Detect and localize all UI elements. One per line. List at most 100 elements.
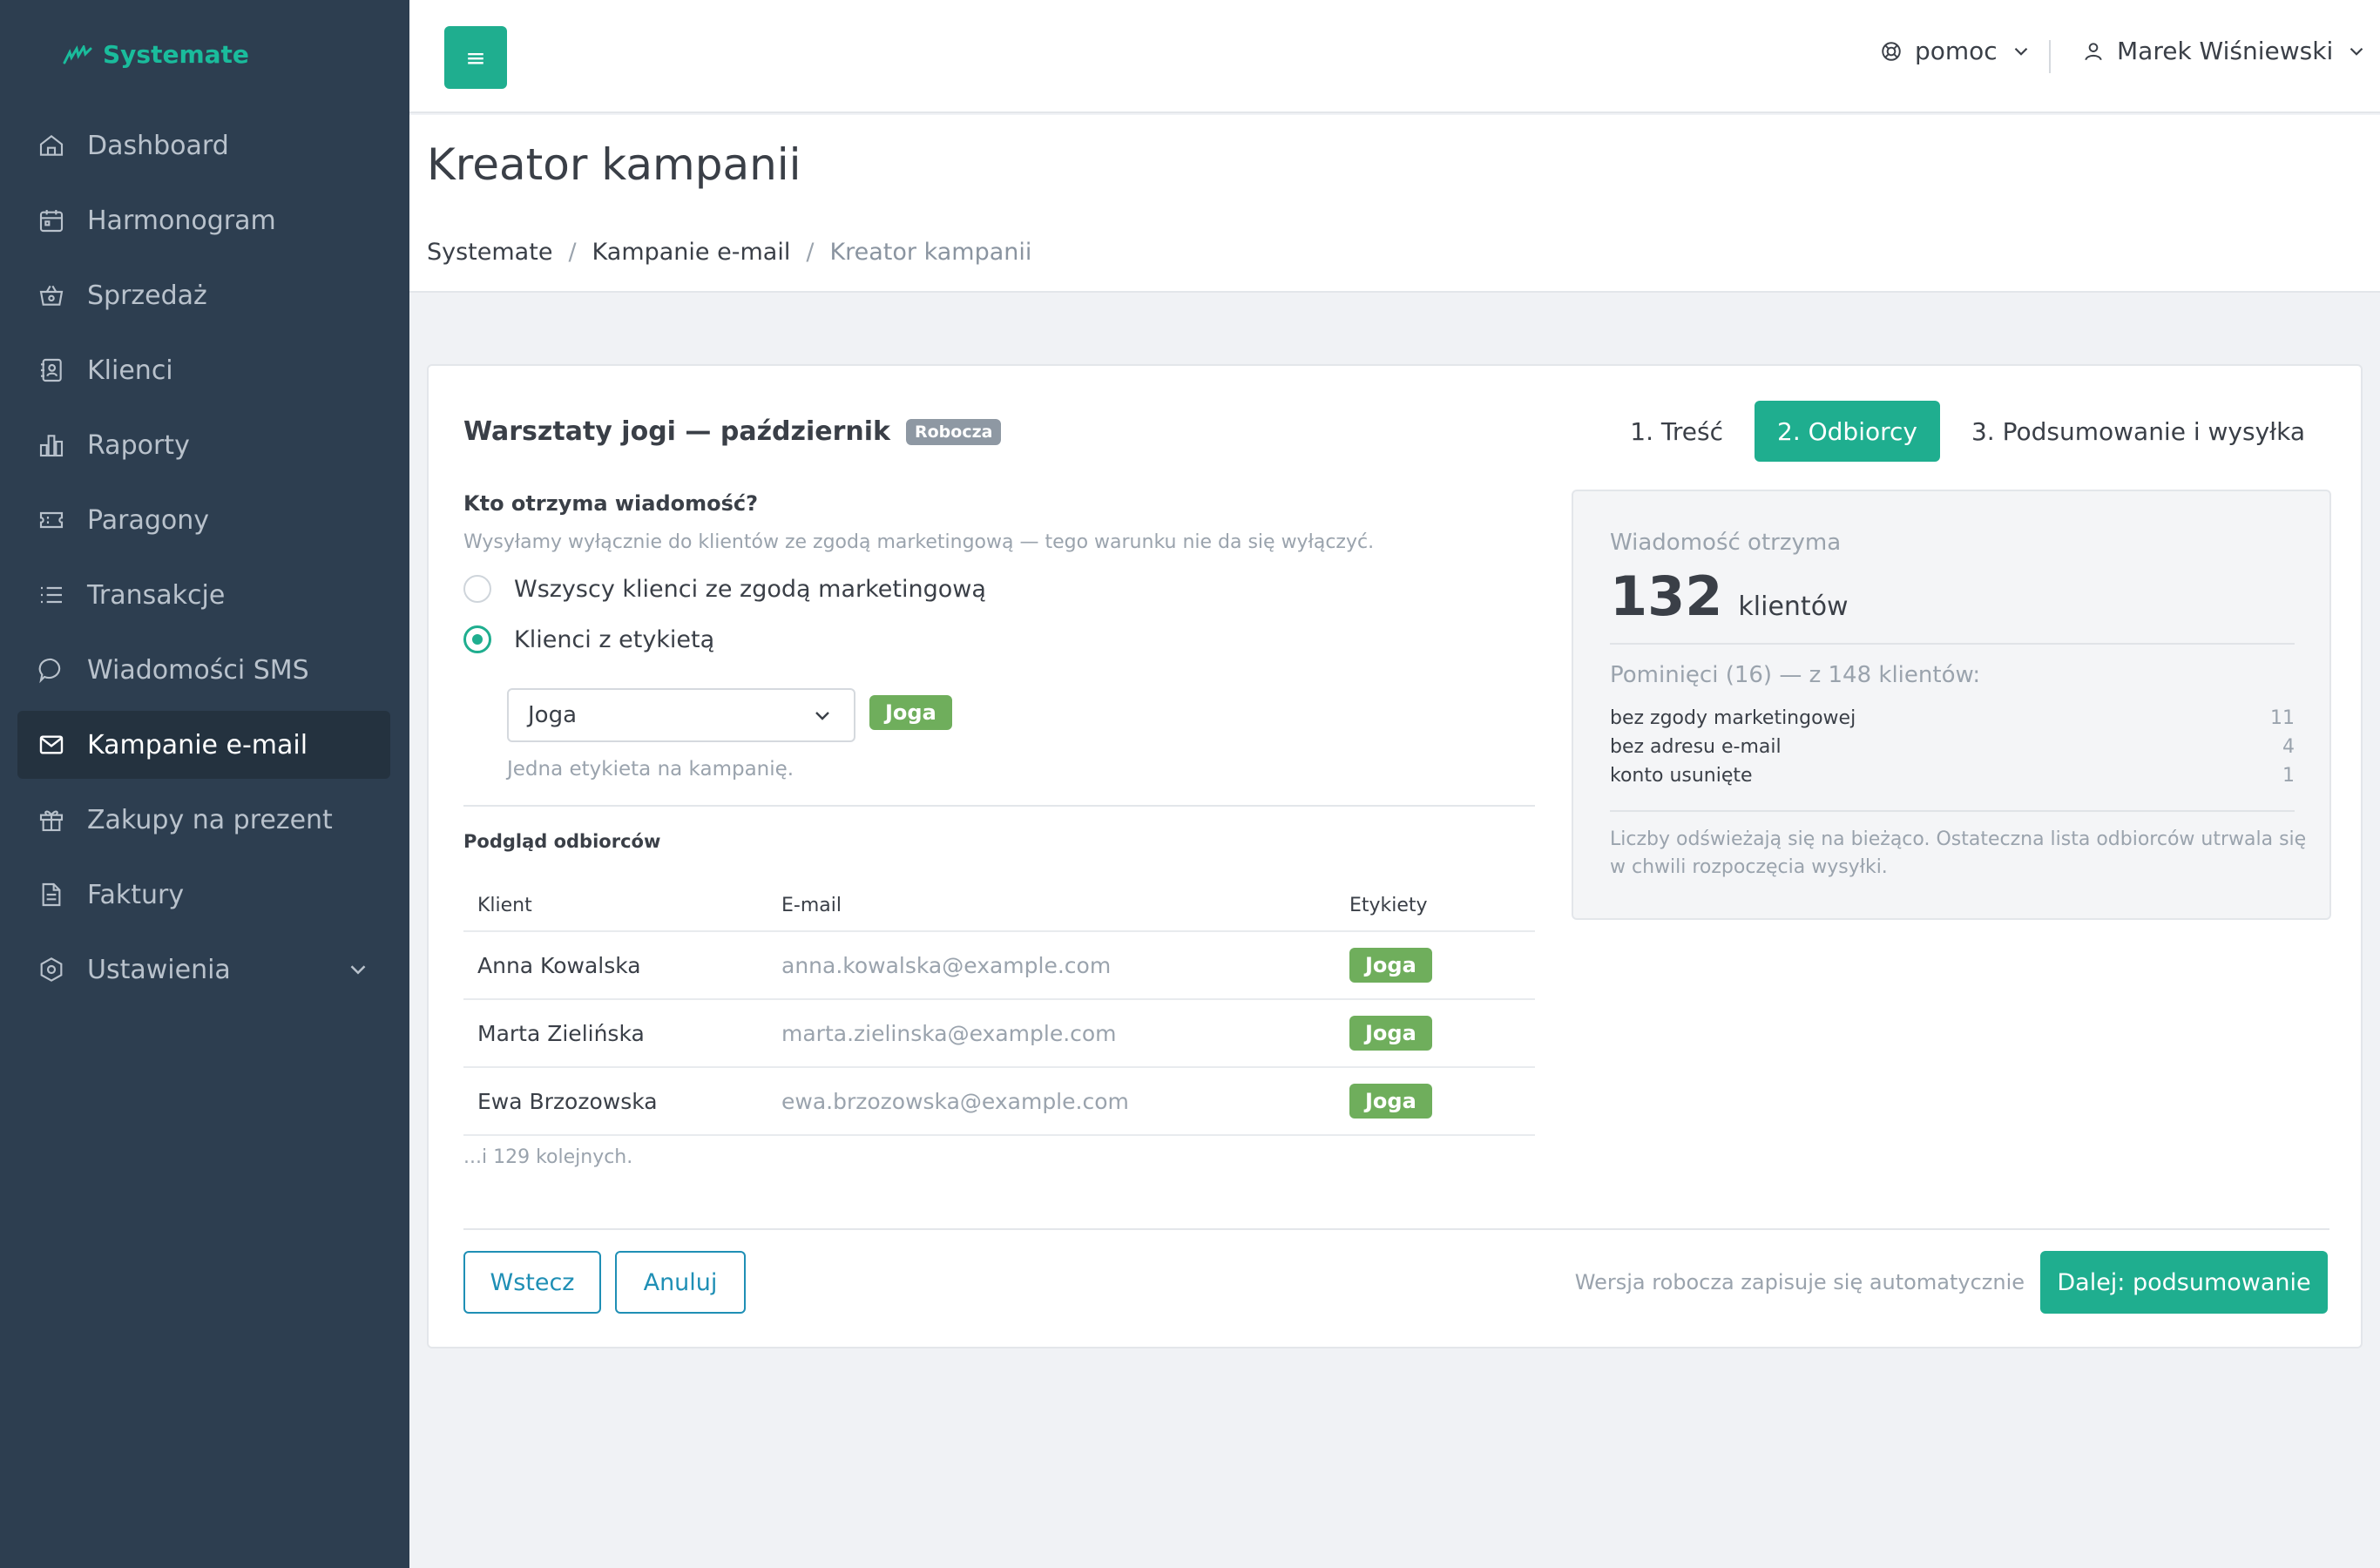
message-icon	[37, 655, 66, 685]
campaign-wizard-card: Warsztaty jogi — październik Robocza 1. …	[427, 364, 2363, 1348]
recipient-count-unit: klientów	[1738, 591, 1849, 622]
recipient-count-number: 132	[1610, 564, 1723, 628]
lifebuoy-icon	[1882, 41, 1901, 61]
settings-icon	[37, 955, 66, 984]
page-header: Kreator kampanii Systemate / Kampanie e-…	[409, 115, 2380, 293]
cancel-button[interactable]: Anuluj	[615, 1251, 746, 1314]
wizard-steps: 1. Treść 2. Odbiorcy 3. Podsumowanie i w…	[1607, 401, 2328, 462]
breadcrumb-item-current: Kreator kampanii	[829, 239, 1032, 266]
sidebar-item-label: Wiadomości SMS	[87, 654, 309, 686]
client-name: Marta Zielińska	[477, 1020, 645, 1046]
chevron-down-icon	[2350, 47, 2363, 56]
client-email: anna.kowalska@example.com	[781, 952, 1112, 978]
sidebar-item-label: Transakcje	[87, 579, 226, 611]
skipped-reason-row: bez zgody marketingowej 11	[1610, 704, 2295, 733]
tag-badge: Joga	[869, 695, 952, 730]
back-button[interactable]: Wstecz	[463, 1251, 601, 1314]
chevron-down-icon[interactable]	[345, 956, 371, 983]
recipients-summary-panel: Wiadomość otrzyma 132 klientów Pominięci…	[1572, 490, 2331, 920]
skipped-reasons: bez zgody marketingowej 11 bez adresu e-…	[1610, 704, 2295, 790]
radio-tagged-clients[interactable]: Klienci z etykietą	[463, 625, 714, 653]
sidebar-item-paragony[interactable]: Paragony	[17, 486, 390, 554]
breadcrumb-item-campaigns[interactable]: Kampanie e-mail	[592, 239, 791, 266]
sidebar-item-zakupy-na-prezent[interactable]: Zakupy na prezent	[17, 786, 390, 854]
contacts-icon	[37, 355, 66, 385]
user-icon	[2085, 42, 2102, 60]
reason-label: konto usunięte	[1610, 765, 1753, 787]
skipped-reason-row: konto usunięte 1	[1610, 761, 2295, 790]
recipient-count: 132 klientów	[1610, 564, 1849, 628]
reason-count: 4	[2282, 736, 2295, 758]
document-icon	[37, 880, 66, 909]
tag-badge: Joga	[1349, 1016, 1432, 1051]
page-title: Kreator kampanii	[427, 139, 801, 190]
column-header-email: E-mail	[781, 894, 842, 916]
breadcrumb-separator: /	[568, 239, 577, 266]
audience-question: Kto otrzyma wiadomość?	[463, 491, 759, 516]
calendar-icon	[37, 206, 66, 235]
reason-count: 1	[2282, 765, 2295, 787]
brand-logo[interactable]: Systemate	[63, 40, 249, 69]
divider	[1610, 643, 2295, 645]
user-menu[interactable]: Marek Wiśniewski	[2082, 37, 2368, 65]
logo-icon	[63, 44, 92, 64]
reason-count: 11	[2270, 707, 2295, 729]
recipients-preview-title: Podgląd odbiorców	[463, 831, 661, 852]
sidebar-item-faktury[interactable]: Faktury	[17, 861, 390, 929]
topbar: ≡ pomoc Marek Wiśniewski	[409, 0, 2380, 113]
sidebar-item-harmonogram[interactable]: Harmonogram	[17, 186, 390, 254]
sidebar-item-label: Paragony	[87, 504, 210, 536]
list-icon	[37, 580, 66, 610]
sidebar-item-ustawienia[interactable]: Ustawienia	[17, 936, 390, 1004]
sidebar-item-sprzedaz[interactable]: Sprzedaż	[17, 261, 390, 329]
tags-cell: Joga	[1349, 1084, 1535, 1119]
footer-divider	[463, 1228, 2329, 1230]
autosave-status: Wersja robocza zapisuje się automatyczni…	[1574, 1270, 2025, 1294]
table-header: Klient E-mail Etykiety	[463, 880, 1535, 932]
chevron-down-icon	[2014, 47, 2027, 56]
topbar-divider	[2049, 40, 2051, 73]
next-summary-button[interactable]: Dalej: podsumowanie	[2040, 1251, 2328, 1314]
tags-cell: Joga	[1349, 948, 1535, 983]
mail-icon	[37, 730, 66, 760]
reason-label: bez zgody marketingowej	[1610, 707, 1856, 729]
sidebar-item-label: Klienci	[87, 355, 173, 386]
help-label: pomoc	[1915, 37, 1998, 65]
tag-select[interactable]: Joga	[507, 688, 855, 742]
radio-label: Wszyscy klienci ze zgodą marketingową	[514, 575, 986, 603]
step-content[interactable]: 1. Treść	[1607, 401, 1746, 462]
radio-button-selected[interactable]	[463, 625, 491, 653]
client-email: ewa.brzozowska@example.com	[781, 1088, 1129, 1114]
tags-cell: Joga	[1349, 1016, 1535, 1051]
reason-label: bez adresu e-mail	[1610, 736, 1782, 758]
sidebar-item-kampanie-email[interactable]: Kampanie e-mail	[17, 711, 390, 779]
more-recipients-hint: ...i 129 kolejnych.	[463, 1146, 633, 1168]
brand-name: Systemate	[103, 40, 249, 69]
tag-badge: Joga	[1349, 1084, 1432, 1119]
recipients-table: Klient E-mail Etykiety Anna Kowalska ann…	[463, 880, 1535, 1136]
tag-badge: Joga	[1349, 948, 1432, 983]
sidebar-item-raporty[interactable]: Raporty	[17, 411, 390, 479]
sidebar-item-wiadomosci-sms[interactable]: Wiadomości SMS	[17, 636, 390, 704]
sidebar-item-label: Ustawienia	[87, 954, 231, 985]
radio-all-clients[interactable]: Wszyscy klienci ze zgodą marketingową	[463, 575, 986, 603]
step-summary[interactable]: 3. Podsumowanie i wysyłka	[1949, 401, 2328, 462]
step-recipients[interactable]: 2. Odbiorcy	[1755, 401, 1940, 462]
client-name: Ewa Brzozowska	[477, 1088, 658, 1114]
table-row: Marta Zielińska marta.zielinska@example.…	[463, 1000, 1535, 1068]
sidebar: Systemate Dashboard Harmonogram Sprzedaż…	[0, 0, 409, 1568]
radio-button[interactable]	[463, 575, 491, 603]
help-menu[interactable]: pomoc	[1880, 37, 2032, 65]
sidebar-item-label: Dashboard	[87, 130, 229, 161]
menu-toggle-button[interactable]: ≡	[444, 26, 507, 89]
sidebar-item-dashboard[interactable]: Dashboard	[17, 112, 390, 179]
breadcrumb-item-home[interactable]: Systemate	[427, 239, 552, 266]
bar-chart-icon	[37, 430, 66, 460]
tag-select-value: Joga	[528, 702, 578, 728]
sidebar-item-transakcje[interactable]: Transakcje	[17, 561, 390, 629]
ticket-icon	[37, 505, 66, 535]
skipped-reason-row: bez adresu e-mail 4	[1610, 733, 2295, 761]
radio-label: Klienci z etykietą	[514, 625, 715, 653]
sidebar-item-klienci[interactable]: Klienci	[17, 336, 390, 404]
chevron-down-icon	[815, 712, 829, 720]
